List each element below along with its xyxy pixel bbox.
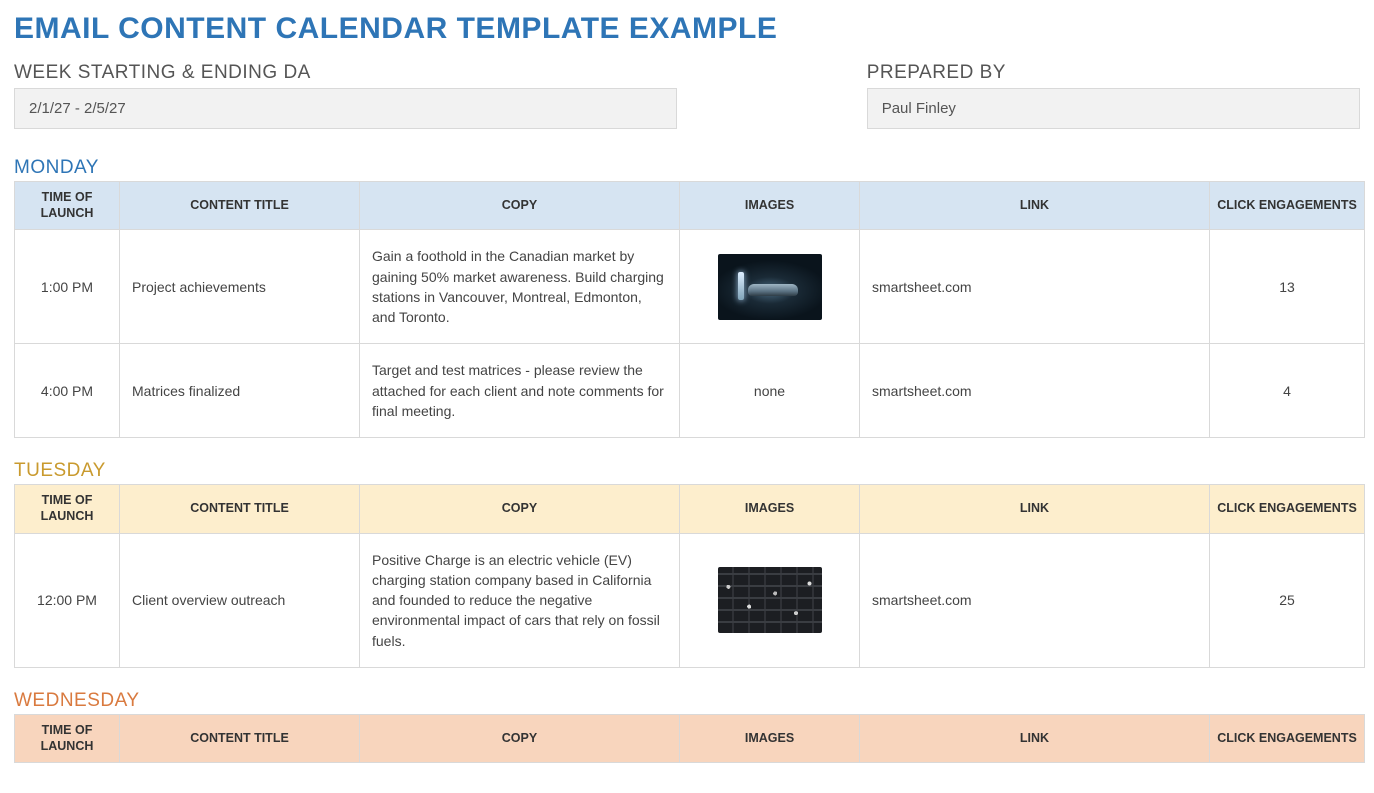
col-copy: COPY — [360, 182, 680, 230]
col-clicks: CLICK ENGAGEMENTS — [1210, 485, 1365, 533]
table-row: 4:00 PM Matrices finalized Target and te… — [15, 344, 1365, 438]
monday-table: TIME OF LAUNCH CONTENT TITLE COPY IMAGES… — [14, 181, 1365, 438]
wednesday-heading: WEDNESDAY — [14, 690, 1360, 712]
cell-copy: Target and test matrices - please review… — [360, 344, 680, 438]
tuesday-table: TIME OF LAUNCH CONTENT TITLE COPY IMAGES… — [14, 484, 1365, 668]
cell-time: 4:00 PM — [15, 344, 120, 438]
col-title: CONTENT TITLE — [120, 485, 360, 533]
cell-time: 12:00 PM — [15, 533, 120, 667]
prepared-by-label: PREPARED BY — [867, 62, 1360, 84]
col-title: CONTENT TITLE — [120, 715, 360, 763]
meta-row: WEEK STARTING & ENDING DA PREPARED BY — [14, 62, 1360, 129]
monday-section: MONDAY TIME OF LAUNCH CONTENT TITLE COPY… — [14, 157, 1360, 438]
col-copy: COPY — [360, 485, 680, 533]
cell-link: smartsheet.com — [860, 533, 1210, 667]
cell-link: smartsheet.com — [860, 230, 1210, 344]
cell-clicks: 13 — [1210, 230, 1365, 344]
table-row: 1:00 PM Project achievements Gain a foot… — [15, 230, 1365, 344]
week-field: WEEK STARTING & ENDING DA — [14, 62, 677, 129]
col-images: IMAGES — [680, 485, 860, 533]
table-header-row: TIME OF LAUNCH CONTENT TITLE COPY IMAGES… — [15, 485, 1365, 533]
tuesday-heading: TUESDAY — [14, 460, 1360, 482]
cell-clicks: 25 — [1210, 533, 1365, 667]
page-title: EMAIL CONTENT CALENDAR TEMPLATE EXAMPLE — [14, 12, 1360, 46]
col-clicks: CLICK ENGAGEMENTS — [1210, 182, 1365, 230]
cell-images — [680, 230, 860, 344]
tuesday-section: TUESDAY TIME OF LAUNCH CONTENT TITLE COP… — [14, 460, 1360, 668]
col-clicks: CLICK ENGAGEMENTS — [1210, 715, 1365, 763]
cell-title: Client overview outreach — [120, 533, 360, 667]
col-time: TIME OF LAUNCH — [15, 715, 120, 763]
col-images: IMAGES — [680, 182, 860, 230]
col-title: CONTENT TITLE — [120, 182, 360, 230]
col-time: TIME OF LAUNCH — [15, 182, 120, 230]
cell-clicks: 4 — [1210, 344, 1365, 438]
col-link: LINK — [860, 715, 1210, 763]
wednesday-table: TIME OF LAUNCH CONTENT TITLE COPY IMAGES… — [14, 714, 1365, 763]
monday-heading: MONDAY — [14, 157, 1360, 179]
col-link: LINK — [860, 182, 1210, 230]
col-images: IMAGES — [680, 715, 860, 763]
col-link: LINK — [860, 485, 1210, 533]
cell-images — [680, 533, 860, 667]
cell-copy: Positive Charge is an electric vehicle (… — [360, 533, 680, 667]
cell-title: Project achievements — [120, 230, 360, 344]
cell-link: smartsheet.com — [860, 344, 1210, 438]
cell-time: 1:00 PM — [15, 230, 120, 344]
week-input[interactable] — [14, 88, 677, 129]
table-header-row: TIME OF LAUNCH CONTENT TITLE COPY IMAGES… — [15, 182, 1365, 230]
table-header-row: TIME OF LAUNCH CONTENT TITLE COPY IMAGES… — [15, 715, 1365, 763]
table-row: 12:00 PM Client overview outreach Positi… — [15, 533, 1365, 667]
col-time: TIME OF LAUNCH — [15, 485, 120, 533]
wednesday-section: WEDNESDAY TIME OF LAUNCH CONTENT TITLE C… — [14, 690, 1360, 763]
week-label: WEEK STARTING & ENDING DA — [14, 62, 677, 84]
col-copy: COPY — [360, 715, 680, 763]
cell-title: Matrices finalized — [120, 344, 360, 438]
prepared-by-field: PREPARED BY — [867, 62, 1360, 129]
prepared-by-input[interactable] — [867, 88, 1360, 129]
traffic-jam-image — [718, 567, 822, 633]
cell-images: none — [680, 344, 860, 438]
ev-charging-image — [718, 254, 822, 320]
cell-copy: Gain a foothold in the Canadian market b… — [360, 230, 680, 344]
